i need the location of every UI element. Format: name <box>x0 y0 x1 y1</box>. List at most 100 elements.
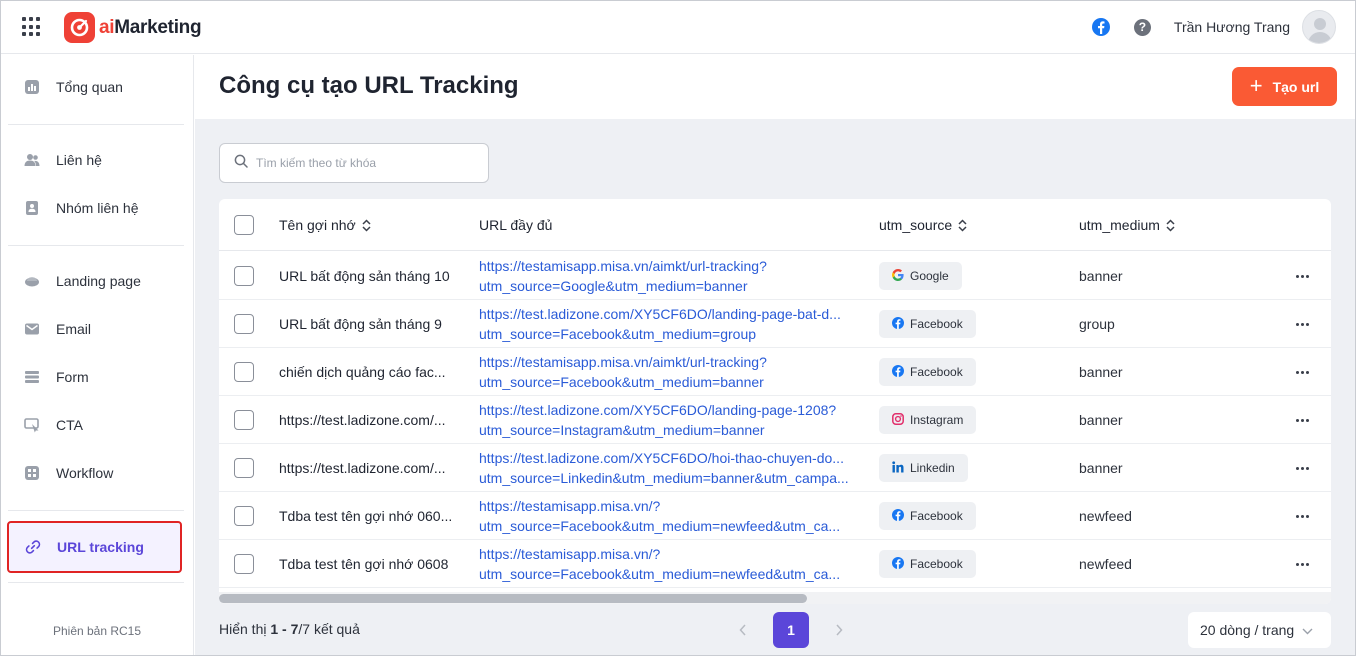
app-name-prefix: ai <box>99 16 115 38</box>
row-medium: banner <box>1079 364 1123 380</box>
page-size-select[interactable]: 20 dòng / trang <box>1188 612 1331 648</box>
url-line: https://test.ladizone.com/XY5CF6DO/landi… <box>479 402 837 418</box>
column-label: Tên gợi nhớ <box>279 217 356 233</box>
create-url-button[interactable]: + Tạo url <box>1232 67 1337 106</box>
row-checkbox[interactable] <box>234 362 254 382</box>
row-name: https://test.ladizone.com/... <box>279 460 446 476</box>
row-url-link[interactable]: https://test.ladizone.com/XY5CF6DO/landi… <box>479 396 861 444</box>
more-actions-icon[interactable] <box>1292 300 1312 348</box>
sidebar-item-label: Landing page <box>56 273 141 289</box>
row-url-link[interactable]: https://testamisapp.misa.vn/aimkt/url-tr… <box>479 252 861 300</box>
next-page-icon[interactable] <box>821 612 857 648</box>
row-url-link[interactable]: https://testamisapp.misa.vn/? utm_source=… <box>479 492 861 540</box>
contacts-icon <box>24 152 40 168</box>
table-row[interactable]: URL bất động sản tháng 10 https://testam… <box>219 252 1331 300</box>
row-checkbox[interactable] <box>234 506 254 526</box>
table-row[interactable]: URL bất động sản tháng 9 https://test.la… <box>219 300 1331 348</box>
sidebar-item-label: Tổng quan <box>56 79 123 95</box>
url-table: Tên gợi nhớ URL đầy đủ utm_source utm_me… <box>219 199 1331 604</box>
cta-icon <box>24 417 40 433</box>
results-range: 1 - 7 <box>270 621 299 637</box>
source-badge: Facebook <box>879 310 976 338</box>
sidebar-item-contacts[interactable]: Liên hệ <box>8 138 184 182</box>
facebook-icon <box>892 556 904 572</box>
scrollbar-thumb[interactable] <box>219 594 807 603</box>
more-actions-icon[interactable] <box>1292 540 1312 588</box>
table-row[interactable]: https://test.ladizone.com/... https://te… <box>219 444 1331 492</box>
sort-icon[interactable] <box>362 218 371 232</box>
prev-page-icon[interactable] <box>725 612 761 648</box>
row-medium: group <box>1079 316 1115 332</box>
column-name-header[interactable]: Tên gợi nhớ <box>279 199 371 251</box>
more-actions-icon[interactable] <box>1292 396 1312 444</box>
source-badge: Instagram <box>879 406 977 434</box>
sidebar-item-overview[interactable]: Tổng quan <box>8 65 184 109</box>
linkedin-icon <box>892 460 904 476</box>
instagram-icon <box>892 412 904 428</box>
sidebar-item-contact-groups[interactable]: Nhóm liên hệ <box>8 186 184 230</box>
sort-icon[interactable] <box>958 218 967 232</box>
divider <box>8 582 184 583</box>
sidebar-item-email[interactable]: Email <box>8 307 184 351</box>
source-label: Google <box>910 269 949 283</box>
avatar[interactable] <box>1302 10 1336 44</box>
row-url-link[interactable]: https://testamisapp.misa.vn/aimkt/url-tr… <box>479 348 861 396</box>
facebook-icon <box>892 508 904 524</box>
row-url-link[interactable]: https://test.ladizone.com/XY5CF6DO/landi… <box>479 300 861 348</box>
select-all-checkbox[interactable] <box>234 215 254 235</box>
facebook-icon[interactable] <box>1091 18 1110 36</box>
horizontal-scrollbar[interactable] <box>219 592 1331 604</box>
more-actions-icon[interactable] <box>1292 252 1312 300</box>
user-name[interactable]: Trần Hương Trang <box>1174 19 1290 35</box>
app-launcher-icon[interactable] <box>22 17 42 37</box>
table-row[interactable]: chiến dịch quảng cáo fac... https://test… <box>219 348 1331 396</box>
app-version: Phiên bản RC15 <box>52 624 142 638</box>
sidebar-item-url-tracking[interactable]: URL tracking <box>7 521 182 573</box>
sidebar-item-form[interactable]: Form <box>8 355 184 399</box>
search-input[interactable] <box>256 156 476 170</box>
search-box[interactable] <box>219 143 489 183</box>
source-label: Facebook <box>910 557 963 571</box>
help-icon[interactable]: ? <box>1133 18 1151 36</box>
table-header: Tên gợi nhớ URL đầy đủ utm_source utm_me… <box>219 199 1331 251</box>
sidebar-item-workflow[interactable]: Workflow <box>8 451 184 495</box>
sidebar-item-cta[interactable]: CTA <box>8 403 184 447</box>
row-name: URL bất động sản tháng 10 <box>279 268 450 284</box>
divider <box>8 124 184 125</box>
row-medium: newfeed <box>1079 508 1132 524</box>
url-line: utm_source=Facebook&utm_medium=group <box>479 326 757 342</box>
chevron-down-icon <box>1302 622 1313 638</box>
row-checkbox[interactable] <box>234 410 254 430</box>
table-row[interactable]: https://test.ladizone.com/... https://te… <box>219 396 1331 444</box>
source-label: Facebook <box>910 317 963 331</box>
sort-icon[interactable] <box>1166 218 1175 232</box>
more-actions-icon[interactable] <box>1292 444 1312 492</box>
url-line: https://test.ladizone.com/XY5CF6DO/landi… <box>479 306 841 322</box>
landing-page-icon <box>24 273 40 289</box>
row-name: https://test.ladizone.com/... <box>279 412 446 428</box>
sidebar-item-label: Form <box>56 369 89 385</box>
table-row[interactable]: Tdba test tên gợi nhớ 0608 https://testa… <box>219 540 1331 588</box>
sidebar-item-label: Nhóm liên hệ <box>56 200 139 216</box>
url-line: https://testamisapp.misa.vn/? <box>479 498 661 514</box>
page-number-button[interactable]: 1 <box>773 612 809 648</box>
app-logo[interactable]: aiMarketing <box>64 12 202 43</box>
row-checkbox[interactable] <box>234 266 254 286</box>
main-content: Công cụ tạo URL Tracking + Tạo url Tên g… <box>195 55 1356 656</box>
row-checkbox[interactable] <box>234 458 254 478</box>
row-checkbox[interactable] <box>234 314 254 334</box>
sidebar-item-landing-page[interactable]: Landing page <box>8 259 184 303</box>
source-badge: Google <box>879 262 962 290</box>
divider <box>8 510 184 511</box>
row-medium: banner <box>1079 460 1123 476</box>
row-checkbox[interactable] <box>234 554 254 574</box>
row-url-link[interactable]: https://test.ladizone.com/XY5CF6DO/hoi-t… <box>479 444 861 492</box>
pagination: 1 <box>725 612 857 648</box>
more-actions-icon[interactable] <box>1292 348 1312 396</box>
more-actions-icon[interactable] <box>1292 492 1312 540</box>
table-row[interactable]: Tdba test tên gợi nhớ 060... https://tes… <box>219 492 1331 540</box>
column-source-header[interactable]: utm_source <box>879 199 967 251</box>
column-medium-header[interactable]: utm_medium <box>1079 199 1175 251</box>
divider <box>8 245 184 246</box>
row-url-link[interactable]: https://testamisapp.misa.vn/? utm_source=… <box>479 540 861 588</box>
